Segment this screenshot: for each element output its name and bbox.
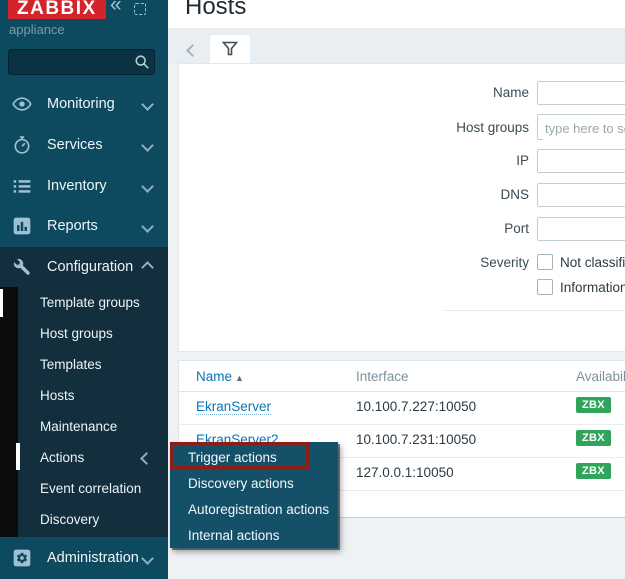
submenu-label: Host groups — [40, 326, 113, 341]
chevron-down-icon — [141, 98, 154, 111]
bar-chart-icon — [12, 216, 32, 236]
flyout-item-autoregistration-actions[interactable]: Autoregistration actions — [170, 497, 338, 523]
sidebar-item-label: Monitoring — [47, 96, 115, 112]
sidebar-item-template-groups[interactable]: Template groups — [0, 287, 168, 318]
sidebar-item-hosts[interactable]: Hosts — [0, 380, 168, 411]
search-input[interactable] — [8, 49, 155, 75]
submenu-label: Maintenance — [40, 419, 117, 434]
sidebar-item-discovery[interactable]: Discovery — [0, 504, 168, 535]
dns-label: DNS — [179, 187, 529, 202]
sidebar-item-reports[interactable]: Reports — [0, 206, 168, 246]
sidebar-search — [8, 49, 155, 75]
sort-asc-icon: ▲ — [235, 373, 244, 383]
submenu-label: Event correlation — [40, 481, 141, 496]
zabbix-logo: ZABBIX — [8, 0, 106, 19]
host-interface: 10.100.7.231:10050 — [356, 432, 476, 447]
host-groups-input[interactable] — [543, 116, 625, 140]
filter-buttons-divider — [445, 310, 625, 311]
funnel-icon — [222, 41, 238, 57]
sidebar-item-label: Reports — [47, 218, 98, 234]
availability-badge: ZBX — [576, 397, 611, 413]
list-icon — [12, 176, 32, 196]
chevron-down-icon — [141, 139, 154, 152]
host-link[interactable]: EkranServer — [196, 399, 271, 415]
sidebar-item-services[interactable]: Services — [0, 125, 168, 165]
submenu-label: Template groups — [40, 295, 140, 310]
name-label: Name — [179, 85, 529, 100]
severity-information-checkbox[interactable] — [537, 279, 553, 295]
eye-icon — [12, 94, 32, 114]
ip-filter-input[interactable] — [537, 149, 625, 173]
severity-label: Severity — [179, 255, 529, 270]
sidebar: ZABBIX appliance Monitoring — [0, 0, 168, 579]
submenu-label: Discovery — [40, 512, 99, 527]
server-name: appliance — [9, 22, 65, 37]
chevron-left-icon — [140, 452, 153, 465]
sidebar-item-maintenance[interactable]: Maintenance — [0, 411, 168, 442]
chevron-down-icon — [141, 552, 154, 565]
hide-sidebar-icon[interactable] — [134, 3, 146, 15]
red-highlight-box — [170, 442, 309, 469]
chevron-up-icon — [141, 261, 154, 274]
zabbix-app-window: Hosts Name Host groups IP DNS Port Sever… — [0, 0, 625, 579]
host-interface: 127.0.0.1:10050 — [356, 465, 454, 480]
dns-filter-input[interactable] — [537, 183, 625, 207]
name-filter-input[interactable] — [537, 81, 625, 105]
port-filter-input[interactable] — [537, 217, 625, 241]
sidebar-item-monitoring[interactable]: Monitoring — [0, 84, 168, 124]
stopwatch-icon — [12, 135, 32, 155]
sidebar-item-templates[interactable]: Templates — [0, 349, 168, 380]
submenu-label: Templates — [40, 357, 102, 372]
active-item-marker — [16, 443, 20, 470]
column-header-interface: Interface — [356, 369, 409, 384]
ip-label: IP — [179, 153, 529, 168]
sidebar-item-host-groups[interactable]: Host groups — [0, 318, 168, 349]
severity-information-label: Information — [560, 280, 625, 295]
column-header-availability: Availability — [576, 369, 625, 384]
port-label: Port — [179, 221, 529, 236]
sidebar-item-actions[interactable]: Actions — [0, 442, 168, 473]
search-icon — [134, 54, 150, 70]
column-header-name-label: Name — [196, 369, 232, 384]
sidebar-item-label: Inventory — [47, 178, 107, 194]
availability-badge: ZBX — [576, 463, 611, 479]
flyout-item-discovery-actions[interactable]: Discovery actions — [170, 471, 338, 497]
filter-panel: Name Host groups IP DNS Port Severity No… — [178, 63, 625, 352]
severity-not-classified-checkbox[interactable] — [537, 254, 553, 270]
table-row: EkranServer 10.100.7.227:10050 ZBX — [179, 391, 625, 425]
submenu-label: Actions — [40, 450, 84, 465]
sidebar-item-label: Administration — [47, 550, 139, 566]
host-interface: 10.100.7.227:10050 — [356, 399, 476, 414]
flyout-item-internal-actions[interactable]: Internal actions — [170, 523, 338, 549]
submenu-label: Hosts — [40, 388, 75, 403]
availability-badge: ZBX — [576, 430, 611, 446]
chevron-down-icon — [141, 180, 154, 193]
sidebar-item-event-correlation[interactable]: Event correlation — [0, 473, 168, 504]
chevron-left-icon — [186, 44, 199, 57]
host-groups-multiselect[interactable] — [537, 114, 625, 140]
gear-icon — [12, 548, 32, 568]
sidebar-item-configuration[interactable]: Configuration — [0, 247, 168, 287]
tab-scroll-left-icon[interactable] — [188, 42, 197, 60]
page-title: Hosts — [185, 0, 246, 21]
collapse-sidebar-icon[interactable] — [110, 0, 122, 17]
column-header-name[interactable]: Name▲ — [196, 369, 244, 384]
wrench-icon — [12, 257, 32, 277]
sidebar-item-inventory[interactable]: Inventory — [0, 166, 168, 206]
severity-not-classified-label: Not classified — [560, 255, 625, 270]
sidebar-item-label: Configuration — [47, 259, 133, 275]
sidebar-item-label: Services — [47, 137, 103, 153]
host-groups-label: Host groups — [179, 120, 529, 135]
filter-tab[interactable] — [210, 35, 250, 63]
chevron-down-icon — [141, 220, 154, 233]
sidebar-item-administration[interactable]: Administration — [0, 538, 168, 578]
